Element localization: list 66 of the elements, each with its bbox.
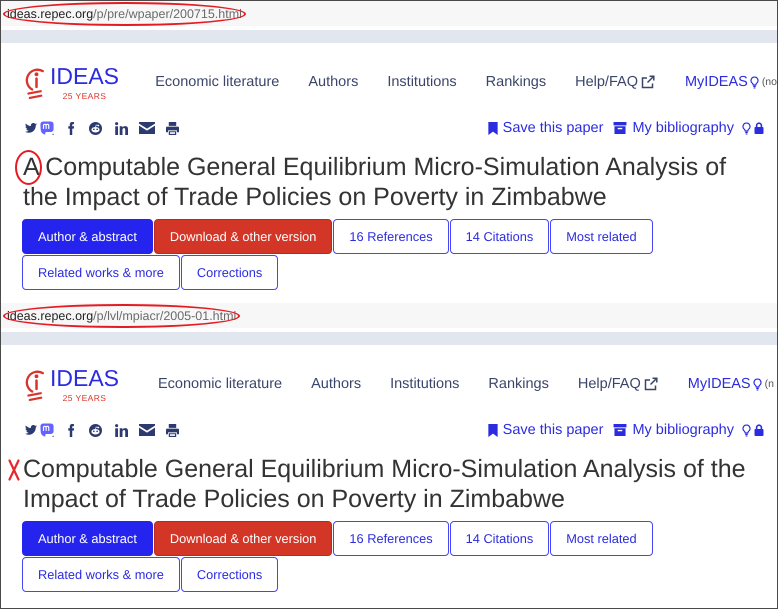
save-paper-link[interactable]: Save this paper <box>488 422 604 438</box>
paper-title: Computable General Equilibrium Micro-Simulation Analysis of the Impact of Trade Policies on Poverty in Zimbabwe <box>23 454 747 514</box>
nav-link[interactable]: Economic literature <box>155 74 280 90</box>
lightbulb-icon <box>752 378 762 390</box>
tab[interactable]: Author & abstract <box>22 219 153 254</box>
lock-icon[interactable] <box>754 122 764 134</box>
robot-face-icon[interactable] <box>89 424 102 436</box>
printer-icon[interactable] <box>166 424 179 436</box>
login-note: (n <box>764 378 774 390</box>
nav-link[interactable]: Economic literature <box>158 376 282 392</box>
bookmark-icon <box>488 122 498 134</box>
tab[interactable]: Corrections <box>180 557 278 592</box>
lightbulb-icon[interactable] <box>742 122 751 134</box>
address-bar[interactable]: ideas.repec.org/p/lvl/mpiacr/2005-01.html <box>1 303 777 328</box>
logo-wordmark[interactable]: IDEAS <box>50 64 120 88</box>
letters-in-icon[interactable] <box>115 424 128 436</box>
speech-bubble-icon[interactable] <box>40 423 54 437</box>
nav-link[interactable]: Help/FAQ <box>575 74 655 90</box>
tab[interactable]: 14 Citations <box>450 219 550 254</box>
lightbulb-icon <box>750 76 759 88</box>
account-link[interactable]: MyIDEAS <box>688 376 762 392</box>
bibliography-link[interactable]: My bibliography <box>613 422 734 438</box>
letters-in-icon[interactable] <box>115 122 128 134</box>
external-link-icon <box>644 377 658 391</box>
external-link-icon <box>640 75 655 89</box>
bookmark-icon <box>488 424 498 436</box>
paper-title: A Computable General Equilibrium Micro-Simulation Analysis of the Impact of Trade Policies on Poverty in Zimbabwe <box>23 152 728 212</box>
speech-bubble-icon[interactable] <box>40 121 54 135</box>
archive-box-icon <box>613 122 628 134</box>
save-paper-link[interactable]: Save this paper <box>488 120 604 136</box>
logo-wordmark[interactable]: IDEAS <box>50 366 120 390</box>
tab[interactable]: Author & abstract <box>22 521 153 556</box>
envelope-icon[interactable] <box>139 424 155 436</box>
logo-tagline: 25 YEARS <box>62 392 106 402</box>
tab[interactable]: Download & other version <box>154 521 332 556</box>
lock-icon[interactable] <box>754 424 764 436</box>
letter-f-icon[interactable] <box>68 424 75 436</box>
bird-icon[interactable] <box>25 425 37 435</box>
account-link[interactable]: MyIDEAS <box>684 74 759 90</box>
nav-link[interactable]: Rankings <box>488 376 549 392</box>
archive-box-icon <box>613 424 628 436</box>
nav-link[interactable]: Authors <box>308 74 358 90</box>
nav-link[interactable]: Help/FAQ <box>578 376 658 392</box>
nav-link[interactable]: Authors <box>311 376 362 392</box>
nav-link[interactable]: Institutions <box>387 74 457 90</box>
tab[interactable]: Download & other version <box>154 219 332 254</box>
tab[interactable]: 16 References <box>333 521 449 556</box>
nav-link[interactable]: Institutions <box>390 376 460 392</box>
envelope-icon[interactable] <box>139 122 155 134</box>
address-bar[interactable]: ideas.repec.org/p/pre/wpaper/200715.html <box>1 1 777 26</box>
tab[interactable]: Related works & more <box>22 557 180 592</box>
printer-icon[interactable] <box>166 122 179 134</box>
bibliography-link[interactable]: My bibliography <box>613 120 734 136</box>
login-note: (no <box>762 76 777 88</box>
tab[interactable]: Most related <box>550 521 653 556</box>
tab[interactable]: Related works & more <box>22 255 180 290</box>
tab[interactable]: 16 References <box>333 219 449 254</box>
robot-face-icon[interactable] <box>89 122 102 134</box>
nav-link[interactable]: Rankings <box>486 74 546 90</box>
logo-tagline: 25 YEARS <box>62 90 106 100</box>
tab[interactable]: Corrections <box>180 255 278 290</box>
tab[interactable]: 14 Citations <box>450 521 550 556</box>
letter-f-icon[interactable] <box>68 122 75 134</box>
lightbulb-icon[interactable] <box>742 424 751 436</box>
tab[interactable]: Most related <box>550 219 653 254</box>
bird-icon[interactable] <box>25 123 37 133</box>
